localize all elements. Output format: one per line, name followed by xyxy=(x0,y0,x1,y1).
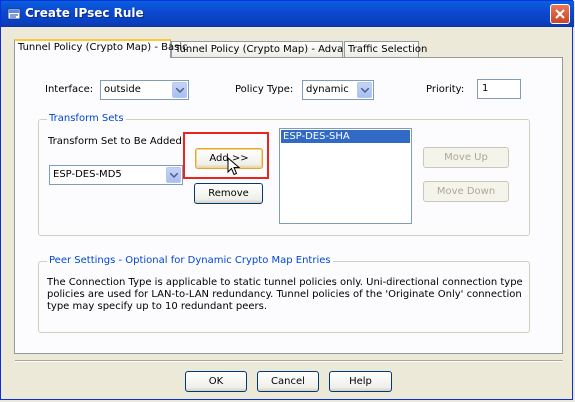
transform-set-select[interactable]: ESP-DES-MD5 xyxy=(49,165,183,185)
transform-set-value: ESP-DES-MD5 xyxy=(53,169,122,180)
help-button[interactable]: Help xyxy=(329,371,392,392)
interface-label: Interface: xyxy=(45,84,94,95)
peer-settings-description: The Connection Type is applicable to sta… xyxy=(47,277,523,312)
list-item[interactable]: ESP-DES-SHA xyxy=(281,130,410,143)
priority-value: 1 xyxy=(482,83,489,94)
tab-advanced[interactable]: Tunnel Policy (Crypto Map) - Advanced xyxy=(171,41,368,57)
dialog-window: Create IPsec Rule Tunnel Policy (Crypto … xyxy=(0,0,574,400)
chevron-down-icon[interactable] xyxy=(357,82,372,98)
policy-type-value: dynamic xyxy=(306,84,349,95)
interface-value: outside xyxy=(104,84,141,95)
move-down-button[interactable]: Move Down xyxy=(423,181,509,202)
priority-label: Priority: xyxy=(426,84,465,95)
policy-type-label: Policy Type: xyxy=(235,84,294,95)
close-icon xyxy=(555,9,565,19)
tab-traffic-selection[interactable]: Traffic Selection xyxy=(344,41,427,57)
ok-button[interactable]: OK xyxy=(185,371,247,392)
transform-sets-list[interactable]: ESP-DES-SHA xyxy=(279,128,412,224)
cancel-button[interactable]: Cancel xyxy=(257,371,319,392)
tab-panel: Interface: outside Policy Type: dynamic … xyxy=(14,57,563,354)
transform-sets-title: Transform Sets xyxy=(47,113,126,124)
remove-button[interactable]: Remove xyxy=(194,183,263,204)
transform-set-to-add-label: Transform Set to Be Added: xyxy=(48,136,186,147)
chevron-down-icon[interactable] xyxy=(166,167,181,183)
policy-type-select[interactable]: dynamic xyxy=(302,80,374,100)
mouse-cursor-icon xyxy=(227,157,241,176)
close-button[interactable] xyxy=(550,4,570,24)
peer-settings-title: Peer Settings - Optional for Dynamic Cry… xyxy=(47,255,333,266)
chevron-down-icon[interactable] xyxy=(172,82,187,98)
footer-divider xyxy=(15,360,563,362)
move-up-button[interactable]: Move Up xyxy=(423,147,509,168)
title-bar[interactable]: Create IPsec Rule xyxy=(1,1,574,27)
window-title: Create IPsec Rule xyxy=(25,6,144,20)
app-icon xyxy=(7,7,21,21)
priority-input[interactable]: 1 xyxy=(477,79,521,99)
interface-select[interactable]: outside xyxy=(100,80,189,100)
tab-basic[interactable]: Tunnel Policy (Crypto Map) - Basic xyxy=(14,39,188,58)
